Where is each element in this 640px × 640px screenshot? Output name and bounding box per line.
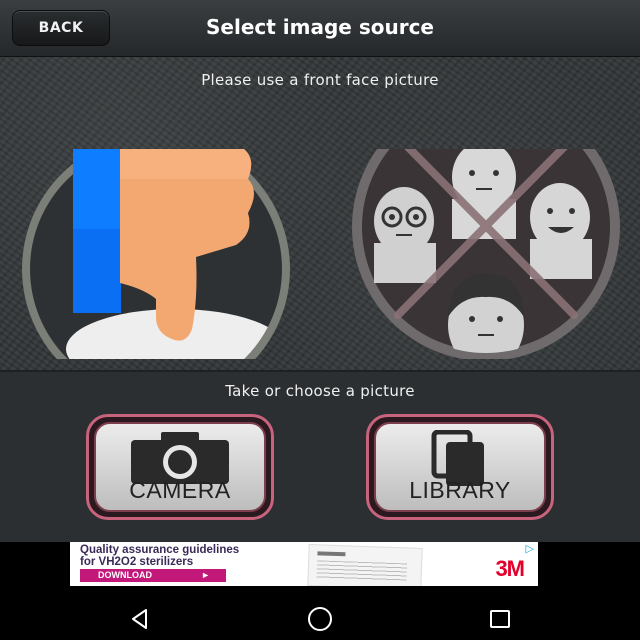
play-arrow-icon: ►	[201, 570, 210, 580]
ad-banner-area: Quality assurance guidelines for VH2O2 s…	[0, 542, 640, 598]
ad-choices-icon[interactable]: ▷	[526, 542, 534, 555]
app-header: BACK Select image source	[0, 0, 640, 57]
library-button[interactable]: LIBRARY	[366, 414, 554, 520]
nav-home-icon	[308, 607, 332, 631]
camera-button[interactable]: CAMERA	[86, 414, 274, 520]
camera-button-face[interactable]: CAMERA	[94, 422, 266, 512]
face-hint-text: Please use a front face picture	[201, 71, 439, 89]
wrong-face-example	[352, 149, 620, 359]
nav-back-button[interactable]	[100, 598, 180, 640]
ad-download-label: DOWNLOAD	[98, 570, 152, 580]
page-title: Select image source	[206, 15, 434, 39]
system-nav-bar	[0, 598, 640, 640]
ad-banner[interactable]: Quality assurance guidelines for VH2O2 s…	[70, 542, 538, 586]
library-button-face[interactable]: LIBRARY	[374, 422, 546, 512]
ad-headline-1: Quality assurance guidelines	[80, 544, 240, 556]
back-button[interactable]: BACK	[12, 10, 110, 46]
nav-back-icon	[132, 609, 147, 629]
face-guide-panel: Please use a front face picture	[0, 57, 640, 370]
ad-brand-logo: 3M	[495, 556, 525, 581]
choose-hint-text: Take or choose a picture	[225, 382, 415, 400]
nav-recents-icon	[490, 610, 510, 628]
nav-recents-button[interactable]	[460, 598, 540, 640]
ad-download-button[interactable]: DOWNLOAD ►	[80, 569, 226, 582]
camera-label: CAMERA	[129, 477, 231, 503]
ad-document-image	[307, 544, 423, 586]
front-face-example	[22, 149, 290, 359]
library-label: LIBRARY	[409, 477, 511, 503]
ad-headline-2: for VH2O2 sterilizers	[80, 556, 194, 568]
source-action-panel: Take or choose a picture CAMERA LIBRARY	[0, 372, 640, 542]
nav-home-button[interactable]	[280, 598, 360, 640]
